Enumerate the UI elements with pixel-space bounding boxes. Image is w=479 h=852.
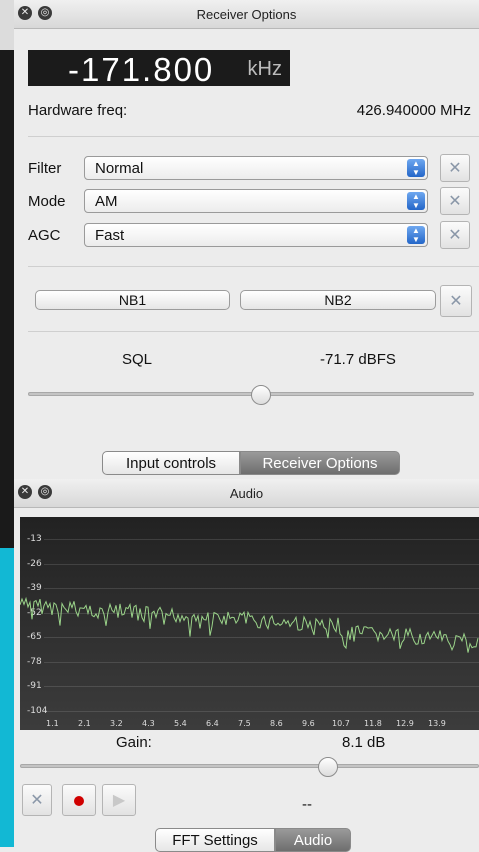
record-button[interactable] <box>62 784 96 816</box>
filter-select[interactable]: Normal ▲ ▼ <box>84 156 428 180</box>
filter-tools-button[interactable]: ✕ <box>440 154 470 182</box>
gain-label: Gain: <box>116 734 152 751</box>
chevron-updown-icon: ▲ ▼ <box>407 226 425 244</box>
divider <box>28 136 479 137</box>
play-button[interactable]: ▶ <box>102 784 136 816</box>
agc-select[interactable]: Fast ▲ ▼ <box>84 223 428 247</box>
chevron-updown-icon: ▲ ▼ <box>407 192 425 210</box>
mode-value: AM <box>95 193 118 210</box>
wrench-screwdriver-icon: ✕ <box>449 293 463 310</box>
tab-fft-settings[interactable]: FFT Settings <box>155 828 275 852</box>
spectrum-trace <box>20 596 479 653</box>
filter-value: Normal <box>95 160 144 177</box>
divider <box>28 266 479 267</box>
gain-slider-track[interactable] <box>20 764 479 768</box>
panel-title: Receiver Options <box>196 7 297 22</box>
nb1-button[interactable]: NB1 <box>35 290 230 310</box>
tab-input-controls[interactable]: Input controls <box>102 451 240 475</box>
audio-spectrum-plot[interactable]: -13 -26 -39 -52 -65 -78 -91 -104 1.1 2.1… <box>20 517 479 730</box>
noise-blanker-tools-button[interactable]: ✕ <box>440 285 472 317</box>
gain-slider-thumb[interactable] <box>318 757 338 777</box>
audio-tools-button[interactable]: ✕ <box>22 784 52 816</box>
divider <box>28 331 479 332</box>
wrench-screwdriver-icon: ✕ <box>448 193 462 210</box>
agc-value: Fast <box>95 227 125 244</box>
frequency-offset-unit: kHz <box>247 58 282 80</box>
record-icon <box>74 795 84 806</box>
frequency-offset-value: -171.800 <box>68 51 215 88</box>
sql-value: -71.7 dBFS <box>320 351 396 368</box>
gain-value: 8.1 dB <box>342 734 386 751</box>
wrench-screwdriver-icon: ✕ <box>448 160 462 177</box>
left-edge-strip <box>0 0 14 847</box>
left-edge-waterfall <box>0 548 14 847</box>
audio-status-text: -- <box>302 796 312 813</box>
wrench-screwdriver-icon: ✕ <box>448 227 462 244</box>
hardware-freq-label: Hardware freq: <box>28 102 128 119</box>
mode-tools-button[interactable]: ✕ <box>440 187 470 215</box>
audio-panel-title: Audio <box>229 486 264 501</box>
tab-audio[interactable]: Audio <box>275 828 351 852</box>
hardware-freq-value: 426.940000 MHz <box>356 102 471 119</box>
agc-tools-button[interactable]: ✕ <box>440 221 470 249</box>
tab-receiver-options[interactable]: Receiver Options <box>240 451 400 475</box>
sql-label: SQL <box>122 351 153 368</box>
nb2-button[interactable]: NB2 <box>240 290 436 310</box>
agc-label: AGC <box>28 227 61 244</box>
mode-label: Mode <box>28 193 66 210</box>
sql-slider-thumb[interactable] <box>251 385 271 405</box>
audio-titlebar: ✕ ◎ Audio <box>14 479 479 508</box>
wrench-screwdriver-icon: ✕ <box>30 792 44 809</box>
play-icon: ▶ <box>112 792 126 809</box>
filter-label: Filter <box>28 160 62 177</box>
frequency-offset-display[interactable]: -171.800 kHz <box>28 50 290 88</box>
chevron-updown-icon: ▲ ▼ <box>407 159 425 177</box>
receiver-titlebar: ✕ ◎ Receiver Options <box>14 0 479 29</box>
spectrum-trace-svg <box>20 596 479 653</box>
left-edge-top <box>0 0 14 50</box>
receiver-options-panel: ✕ ◎ Receiver Options -171.800 kHz Hardwa… <box>14 0 479 477</box>
mode-select[interactable]: AM ▲ ▼ <box>84 189 428 213</box>
